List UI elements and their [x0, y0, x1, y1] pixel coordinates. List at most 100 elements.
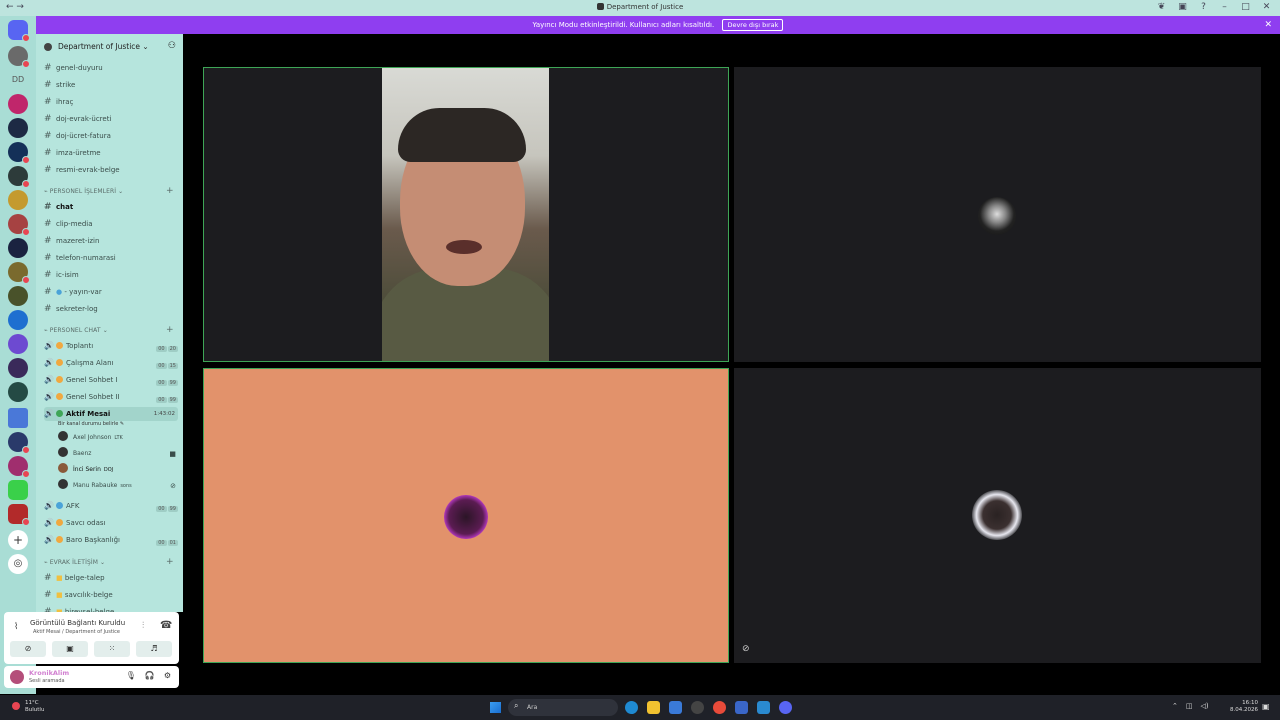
username[interactable]: KronikAlim	[29, 669, 69, 677]
close-icon[interactable]: ✕	[1264, 16, 1272, 34]
windows-start-icon[interactable]	[490, 702, 501, 713]
voice-channel[interactable]: 🔊 Çalışma Alanı 00 15	[44, 356, 178, 370]
channel-item[interactable]: # ihraç	[44, 95, 73, 109]
channel-item[interactable]: # genel-duyuru	[44, 61, 103, 75]
voice-location[interactable]: Aktif Mesai / Department of Justice	[33, 629, 120, 635]
activities-button[interactable]: ⁙	[94, 641, 130, 657]
settings-icon[interactable]: ⚙	[164, 671, 171, 680]
channel-item[interactable]: # mazeret-izin	[44, 234, 99, 248]
discord-icon[interactable]	[779, 701, 792, 714]
noise-suppression-icon[interactable]: ⫶	[142, 621, 144, 631]
chrome-icon[interactable]	[713, 701, 726, 714]
server-icon[interactable]	[8, 432, 30, 454]
channel-item[interactable]: # strike	[44, 78, 75, 92]
channel-item[interactable]: # clip-media	[44, 217, 93, 231]
discord-home-icon[interactable]	[8, 20, 30, 42]
signal-icon[interactable]: ⌇	[14, 622, 18, 632]
voice-channel[interactable]: 🔊 AFK 00 99	[44, 499, 178, 513]
inbox-icon[interactable]: ▣	[1177, 2, 1188, 12]
channel-item[interactable]: # doj-ücret-fatura	[44, 129, 111, 143]
server-icon[interactable]	[8, 334, 28, 354]
add-channel-icon[interactable]: +	[166, 325, 174, 335]
server-header[interactable]: Department of Justice ⌄ ⚇	[36, 34, 183, 60]
disable-streamer-mode-button[interactable]: Devre dışı bırak	[722, 19, 784, 31]
channel-item[interactable]: # ■ belge-talep	[44, 571, 105, 585]
channel-item[interactable]: # doj-evrak-ücreti	[44, 112, 111, 126]
microphone-icon[interactable]: 🎙	[126, 671, 136, 680]
chevron-up-icon[interactable]: ⌃	[1172, 702, 1178, 710]
voice-channel[interactable]: 🔊 Baro Başkanlığı 00 01	[44, 533, 178, 547]
weather-widget[interactable]: 11°C Bulutlu	[25, 700, 44, 714]
voice-channel[interactable]: 🔊 Toplantı 00 20	[44, 339, 178, 353]
server-icon[interactable]	[8, 166, 30, 188]
disconnect-icon[interactable]: ☎	[160, 620, 172, 631]
server-icon[interactable]	[8, 238, 28, 258]
channel-item[interactable]: # ic-isim	[44, 268, 79, 282]
video-tile[interactable]: ⊘	[734, 368, 1261, 663]
channel-item[interactable]: # sekreter-log	[44, 302, 98, 316]
video-tile[interactable]	[203, 67, 729, 362]
server-icon[interactable]	[8, 310, 28, 330]
voice-channel[interactable]: 🔊 Savcı odası	[44, 516, 178, 530]
volume-icon[interactable]: ◁)	[1201, 702, 1209, 710]
channel-status[interactable]: Bir kanal durumu belirle ✎	[58, 421, 124, 427]
notepad-icon[interactable]	[669, 701, 682, 714]
channel-item[interactable]: # telefon-numarasi	[44, 251, 116, 265]
server-icon[interactable]	[8, 480, 28, 500]
server-icon[interactable]	[8, 214, 30, 236]
server-icon[interactable]	[8, 382, 28, 402]
server-icon[interactable]	[8, 456, 30, 478]
screen-share-button[interactable]: ▣	[52, 641, 88, 657]
notifications-icon[interactable]: ▣	[1262, 702, 1270, 711]
vscode-icon[interactable]	[735, 701, 748, 714]
channel-item[interactable]: # ● - yayın-var	[44, 285, 102, 299]
channel-item[interactable]: # imza-üretme	[44, 146, 101, 160]
search-input[interactable]: ⌕ Ara	[508, 699, 618, 716]
app-icon[interactable]	[757, 701, 770, 714]
clock[interactable]: 16:10 8.04.2026	[1230, 700, 1258, 714]
voice-member[interactable]: Axel Johnson LTK	[58, 431, 182, 445]
app-icon[interactable]	[691, 701, 704, 714]
camera-off-button[interactable]: ⊘	[10, 641, 46, 657]
server-icon[interactable]	[8, 118, 28, 138]
voice-channel[interactable]: 🔊 Genel Sohbet I 00 99	[44, 373, 178, 387]
channel-item-chat[interactable]: # chat	[44, 200, 73, 214]
soundboard-button[interactable]: ♬	[136, 641, 172, 657]
voice-member[interactable]: Baenz ■	[58, 447, 182, 461]
minimize-icon[interactable]: –	[1219, 2, 1230, 12]
category-header[interactable]: ⌁ PERSONEL CHAT ⌄ +	[44, 325, 174, 335]
video-tile[interactable]	[734, 67, 1261, 362]
category-header[interactable]: ⌁ PERSONEL İŞLEMLERİ ⌄ +	[44, 186, 174, 196]
network-icon[interactable]: ◫	[1186, 702, 1193, 710]
voice-channel[interactable]: 🔊 Genel Sohbet II 00 99	[44, 390, 178, 404]
avatar[interactable]	[10, 670, 24, 684]
server-icon[interactable]	[8, 358, 28, 378]
edge-icon[interactable]	[625, 701, 638, 714]
folder-icon[interactable]	[8, 408, 28, 428]
server-icon[interactable]	[8, 142, 30, 164]
voice-member[interactable]: İnci Serin DOJ	[58, 463, 182, 477]
add-channel-icon[interactable]: +	[166, 186, 174, 196]
invite-icon[interactable]: ⚇	[168, 41, 176, 51]
server-icon[interactable]	[8, 190, 28, 210]
voice-member[interactable]: Manu Rabauke sons ⊘	[58, 479, 182, 493]
channel-item[interactable]: # ■ bireysel-belge	[44, 605, 114, 612]
close-icon[interactable]: ✕	[1261, 2, 1272, 12]
server-initials[interactable]: DD	[6, 75, 30, 84]
voice-channel-aktif-mesai[interactable]: 🔊 Aktif Mesai 1:43:02	[44, 407, 178, 421]
server-icon[interactable]	[8, 504, 30, 526]
server-icon[interactable]	[8, 262, 30, 284]
server-icon[interactable]	[8, 286, 28, 306]
file-explorer-icon[interactable]	[647, 701, 660, 714]
channel-item[interactable]: # ■ savcılık-belge	[44, 588, 113, 602]
leaf-icon[interactable]: ❦	[1156, 2, 1167, 12]
add-channel-icon[interactable]: +	[166, 557, 174, 567]
weather-icon[interactable]	[12, 702, 20, 710]
help-icon[interactable]: ?	[1198, 2, 1209, 12]
video-tile[interactable]	[203, 368, 729, 663]
server-icon[interactable]	[8, 94, 28, 114]
maximize-icon[interactable]: □	[1240, 2, 1251, 12]
add-server-icon[interactable]: +	[8, 530, 28, 550]
channel-item[interactable]: # resmi-evrak-belge	[44, 163, 120, 177]
discover-icon[interactable]: ◎	[8, 554, 28, 574]
